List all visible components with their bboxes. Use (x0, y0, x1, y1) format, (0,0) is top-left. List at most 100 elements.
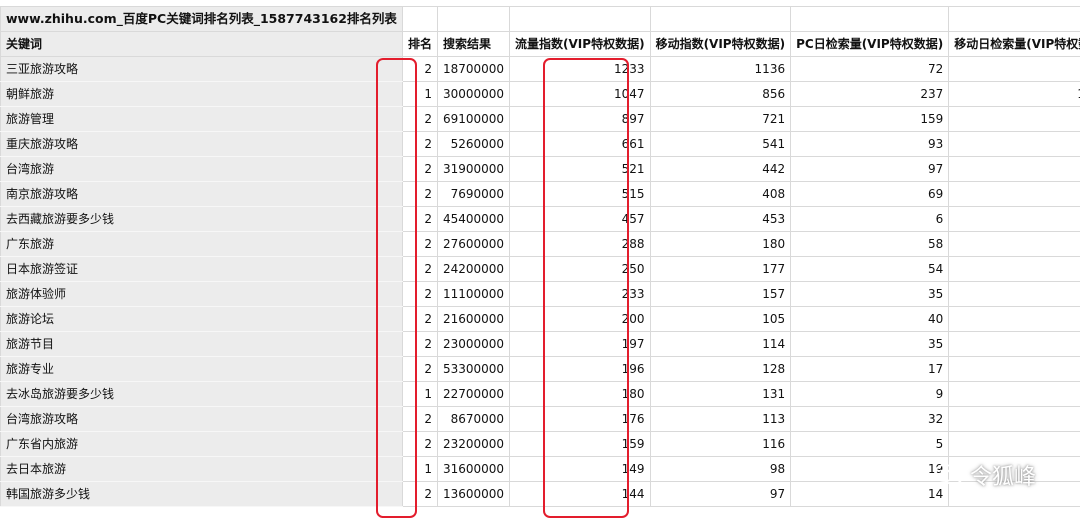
pc-daily-cell[interactable]: 19 (790, 456, 950, 482)
pc-daily-cell[interactable]: 58 (790, 231, 950, 257)
keyword-cell[interactable]: 广东省内旅游 (0, 431, 403, 457)
mobile-index-cell[interactable]: 177 (649, 256, 792, 282)
mobile-index-cell[interactable]: 180 (649, 231, 792, 257)
rank-cell[interactable]: 2 (401, 231, 438, 257)
pc-daily-cell[interactable]: 6 (790, 206, 950, 232)
traffic-cell[interactable]: 250 (509, 256, 651, 282)
mobile-index-cell[interactable]: 1136 (649, 56, 792, 82)
traffic-cell[interactable]: 1233 (509, 56, 651, 82)
mobile-daily-cell[interactable]: 182 (948, 256, 1080, 282)
results-cell[interactable]: 31600000 (436, 456, 511, 482)
pc-daily-cell[interactable]: 159 (790, 106, 950, 132)
rank-cell[interactable]: 2 (401, 206, 438, 232)
pc-daily-cell[interactable]: 5 (790, 431, 950, 457)
empty-cell[interactable] (436, 6, 511, 32)
results-cell[interactable]: 11100000 (436, 281, 511, 307)
mobile-index-cell[interactable]: 113 (649, 406, 792, 432)
mobile-index-cell[interactable]: 116 (649, 431, 792, 457)
traffic-cell[interactable]: 457 (509, 206, 651, 232)
mobile-daily-cell[interactable]: 517 (948, 106, 1080, 132)
mobile-daily-cell[interactable]: 96 (948, 381, 1080, 407)
traffic-cell[interactable]: 233 (509, 281, 651, 307)
mobile-daily-cell[interactable]: 69 (948, 431, 1080, 457)
mobile-daily-cell[interactable]: 541 (948, 156, 1080, 182)
empty-cell[interactable] (401, 6, 438, 32)
keyword-cell[interactable]: 旅游体验师 (0, 281, 403, 307)
mobile-index-cell[interactable]: 131 (649, 381, 792, 407)
results-cell[interactable]: 30000000 (436, 81, 511, 107)
results-cell[interactable]: 5260000 (436, 131, 511, 157)
rank-cell[interactable]: 2 (401, 256, 438, 282)
mobile-index-cell[interactable]: 105 (649, 306, 792, 332)
pc-daily-cell[interactable]: 97 (790, 156, 950, 182)
traffic-cell[interactable]: 176 (509, 406, 651, 432)
rank-cell[interactable]: 2 (401, 481, 438, 507)
rank-cell[interactable]: 2 (401, 156, 438, 182)
mobile-index-cell[interactable]: 408 (649, 181, 792, 207)
rank-cell[interactable]: 2 (401, 306, 438, 332)
mobile-daily-cell[interactable]: 62 (948, 406, 1080, 432)
mobile-daily-cell[interactable]: 40 (948, 306, 1080, 332)
keyword-cell[interactable]: 广东旅游 (0, 231, 403, 257)
results-cell[interactable]: 13600000 (436, 481, 511, 507)
rank-cell[interactable]: 2 (401, 131, 438, 157)
mobile-index-cell[interactable]: 721 (649, 106, 792, 132)
traffic-cell[interactable]: 196 (509, 356, 651, 382)
keyword-cell[interactable]: 台湾旅游攻略 (0, 406, 403, 432)
pc-daily-cell[interactable]: 237 (790, 81, 950, 107)
header-results[interactable]: 搜索结果 (436, 31, 511, 57)
mobile-daily-cell[interactable]: 609 (948, 56, 1080, 82)
keyword-cell[interactable]: 旅游节目 (0, 331, 403, 357)
mobile-daily-cell[interactable]: 56 (948, 356, 1080, 382)
mobile-daily-cell[interactable]: 456 (948, 131, 1080, 157)
keyword-cell[interactable]: 去冰岛旅游要多少钱 (0, 381, 403, 407)
pc-daily-cell[interactable]: 72 (790, 56, 950, 82)
traffic-cell[interactable]: 521 (509, 156, 651, 182)
empty-cell[interactable] (948, 6, 1080, 32)
header-mobile-index[interactable]: 移动指数(VIP特权数据) (649, 31, 792, 57)
results-cell[interactable]: 24200000 (436, 256, 511, 282)
header-rank[interactable]: 排名 (401, 31, 438, 57)
empty-cell[interactable] (790, 6, 950, 32)
pc-daily-cell[interactable]: 14 (790, 481, 950, 507)
keyword-cell[interactable]: 旅游论坛 (0, 306, 403, 332)
rank-cell[interactable]: 2 (401, 181, 438, 207)
pc-daily-cell[interactable]: 40 (790, 306, 950, 332)
header-mobile-daily[interactable]: 移动日检索量(VIP特权数据) (948, 31, 1080, 57)
mobile-index-cell[interactable]: 97 (649, 481, 792, 507)
rank-cell[interactable]: 2 (401, 331, 438, 357)
mobile-index-cell[interactable]: 128 (649, 356, 792, 382)
traffic-cell[interactable]: 200 (509, 306, 651, 332)
pc-daily-cell[interactable]: 93 (790, 131, 950, 157)
keyword-cell[interactable]: 三亚旅游攻略 (0, 56, 403, 82)
results-cell[interactable]: 27600000 (436, 231, 511, 257)
results-cell[interactable]: 23000000 (436, 331, 511, 357)
traffic-cell[interactable]: 1047 (509, 81, 651, 107)
rank-cell[interactable]: 2 (401, 281, 438, 307)
header-pc-daily[interactable]: PC日检索量(VIP特权数据) (790, 31, 950, 57)
keyword-cell[interactable]: 旅游专业 (0, 356, 403, 382)
results-cell[interactable]: 22700000 (436, 381, 511, 407)
traffic-cell[interactable]: 515 (509, 181, 651, 207)
rank-cell[interactable]: 2 (401, 431, 438, 457)
mobile-index-cell[interactable]: 157 (649, 281, 792, 307)
mobile-index-cell[interactable]: 541 (649, 131, 792, 157)
pc-daily-cell[interactable]: 35 (790, 281, 950, 307)
empty-cell[interactable] (509, 6, 651, 32)
keyword-cell[interactable]: 重庆旅游攻略 (0, 131, 403, 157)
traffic-cell[interactable]: 159 (509, 431, 651, 457)
rank-cell[interactable]: 1 (401, 381, 438, 407)
results-cell[interactable]: 69100000 (436, 106, 511, 132)
traffic-cell[interactable]: 288 (509, 231, 651, 257)
mobile-daily-cell[interactable]: 98 (948, 281, 1080, 307)
empty-cell[interactable] (649, 6, 792, 32)
pc-daily-cell[interactable]: 54 (790, 256, 950, 282)
mobile-daily-cell[interactable]: 33 (948, 206, 1080, 232)
results-cell[interactable]: 45400000 (436, 206, 511, 232)
traffic-cell[interactable]: 897 (509, 106, 651, 132)
rank-cell[interactable]: 2 (401, 356, 438, 382)
results-cell[interactable]: 53300000 (436, 356, 511, 382)
keyword-cell[interactable]: 南京旅游攻略 (0, 181, 403, 207)
pc-daily-cell[interactable]: 32 (790, 406, 950, 432)
keyword-cell[interactable]: 旅游管理 (0, 106, 403, 132)
